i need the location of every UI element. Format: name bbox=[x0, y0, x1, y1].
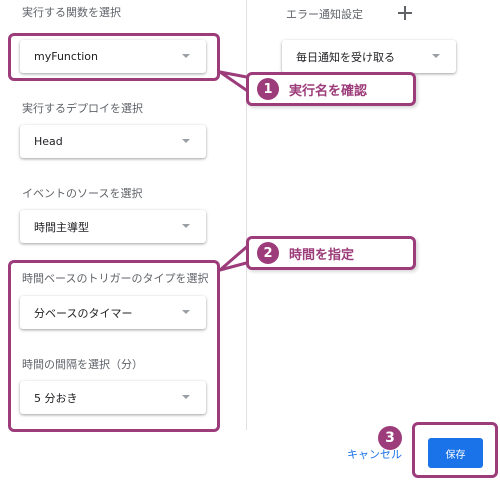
deploy-select[interactable]: Head bbox=[20, 125, 206, 158]
chevron-down-icon bbox=[182, 139, 190, 143]
function-label: 実行する関数を選択 bbox=[22, 6, 121, 19]
callout1-text: 実行名を確認 bbox=[289, 83, 368, 99]
deploy-select-value: Head bbox=[34, 135, 63, 148]
chevron-down-icon bbox=[182, 224, 190, 228]
event-source-label: イベントのソースを選択 bbox=[22, 187, 143, 200]
event-source-select-value: 時間主導型 bbox=[34, 220, 89, 234]
highlight-time-settings bbox=[8, 260, 220, 432]
deploy-label: 実行するデプロイを選択 bbox=[22, 102, 143, 115]
callout-1: 1 実行名を確認 bbox=[246, 72, 416, 106]
chevron-down-icon bbox=[432, 54, 440, 58]
error-notification-select-value: 毎日通知を受け取る bbox=[296, 50, 395, 64]
error-notification-select[interactable]: 毎日通知を受け取る bbox=[282, 40, 456, 73]
plus-icon[interactable] bbox=[398, 6, 412, 20]
error-notification-label: エラー通知設定 bbox=[286, 8, 363, 21]
callout2-number-badge: 2 bbox=[257, 242, 279, 264]
callout2-text: 時間を指定 bbox=[289, 247, 355, 263]
event-source-select[interactable]: 時間主導型 bbox=[20, 210, 206, 243]
highlight-function-select bbox=[8, 33, 220, 81]
callout3-number-badge: 3 bbox=[378, 426, 402, 450]
save-button[interactable]: 保存 bbox=[428, 438, 483, 468]
callout1-number-badge: 1 bbox=[257, 78, 279, 100]
callout-2: 2 時間を指定 bbox=[246, 236, 416, 270]
